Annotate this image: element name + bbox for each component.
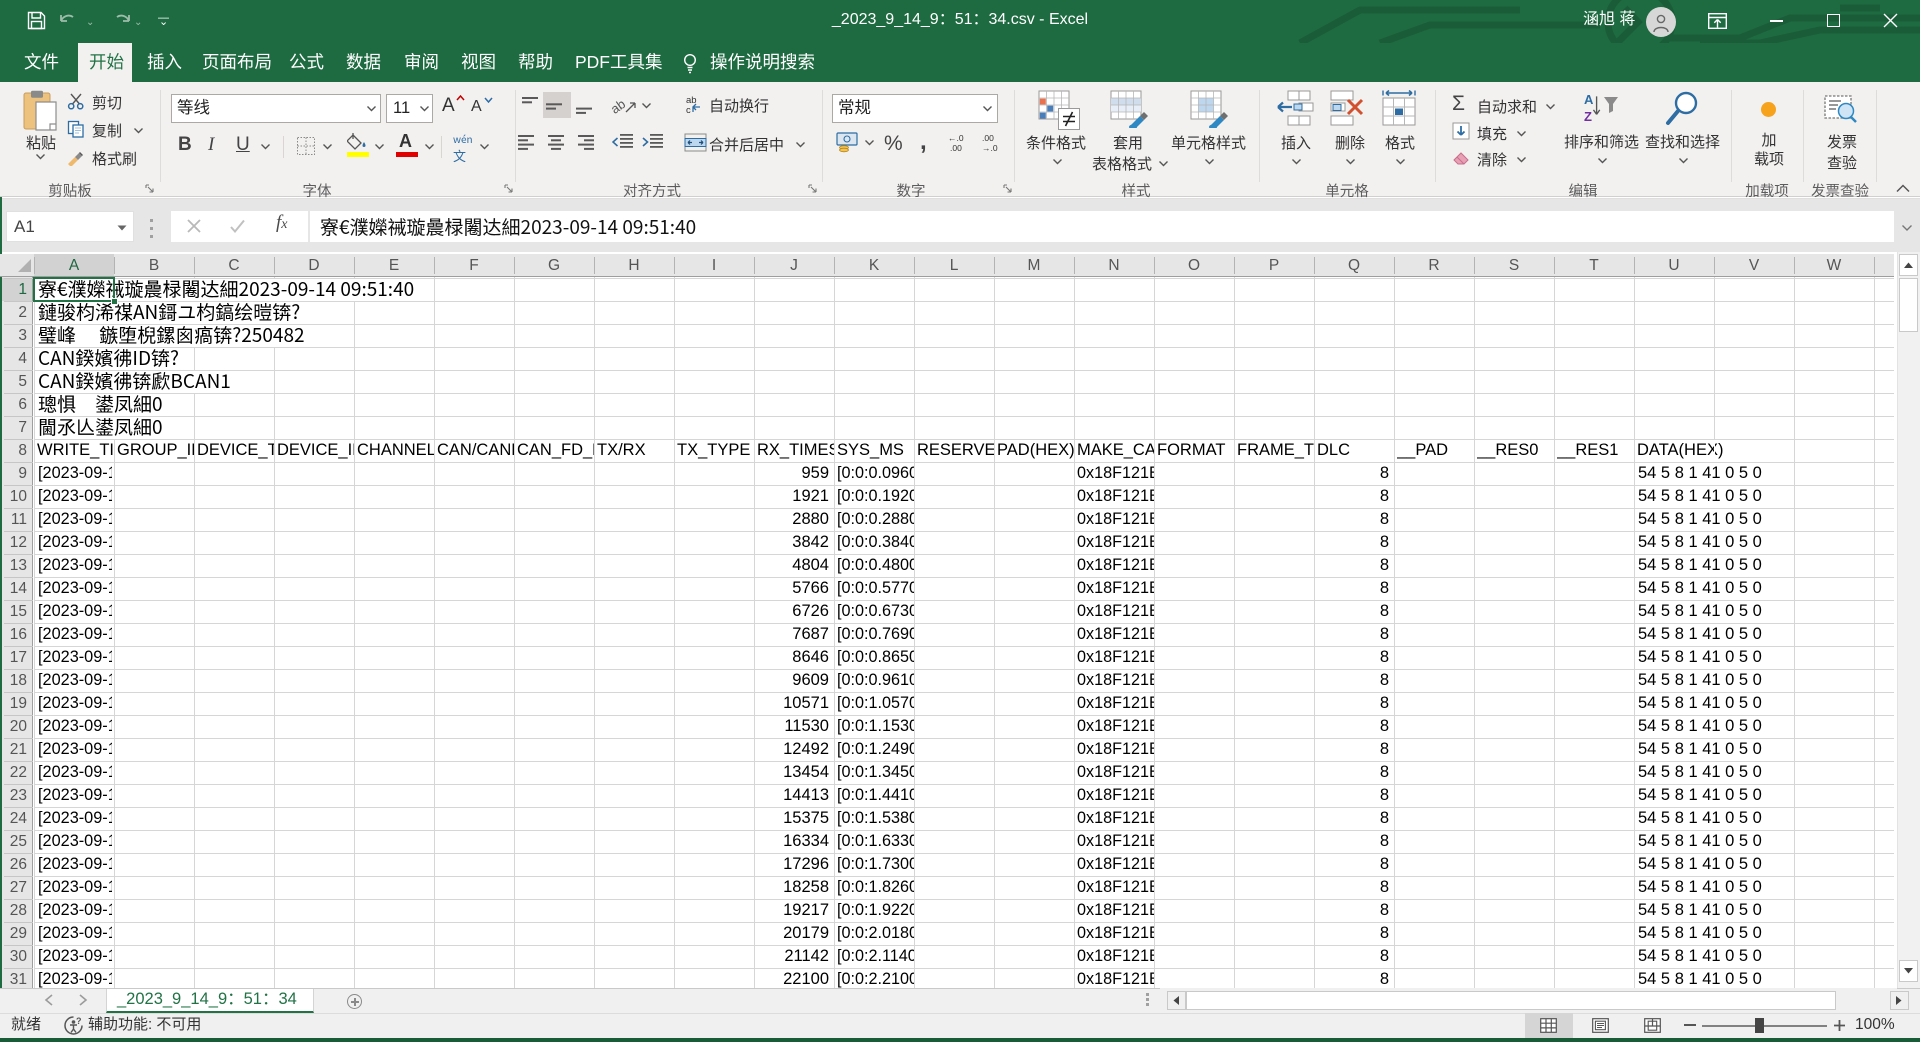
svg-text:Z: Z: [1584, 109, 1592, 124]
svg-text:c: c: [686, 105, 691, 114]
svg-text:?: ?: [76, 1016, 82, 1026]
svg-text:ab: ab: [612, 96, 628, 117]
svg-text:.00: .00: [982, 133, 994, 143]
svg-text:→.0: →.0: [982, 143, 998, 153]
svg-text:←.0: ←.0: [948, 133, 964, 143]
svg-text:A: A: [1584, 92, 1594, 107]
svg-text:.00: .00: [950, 143, 962, 153]
